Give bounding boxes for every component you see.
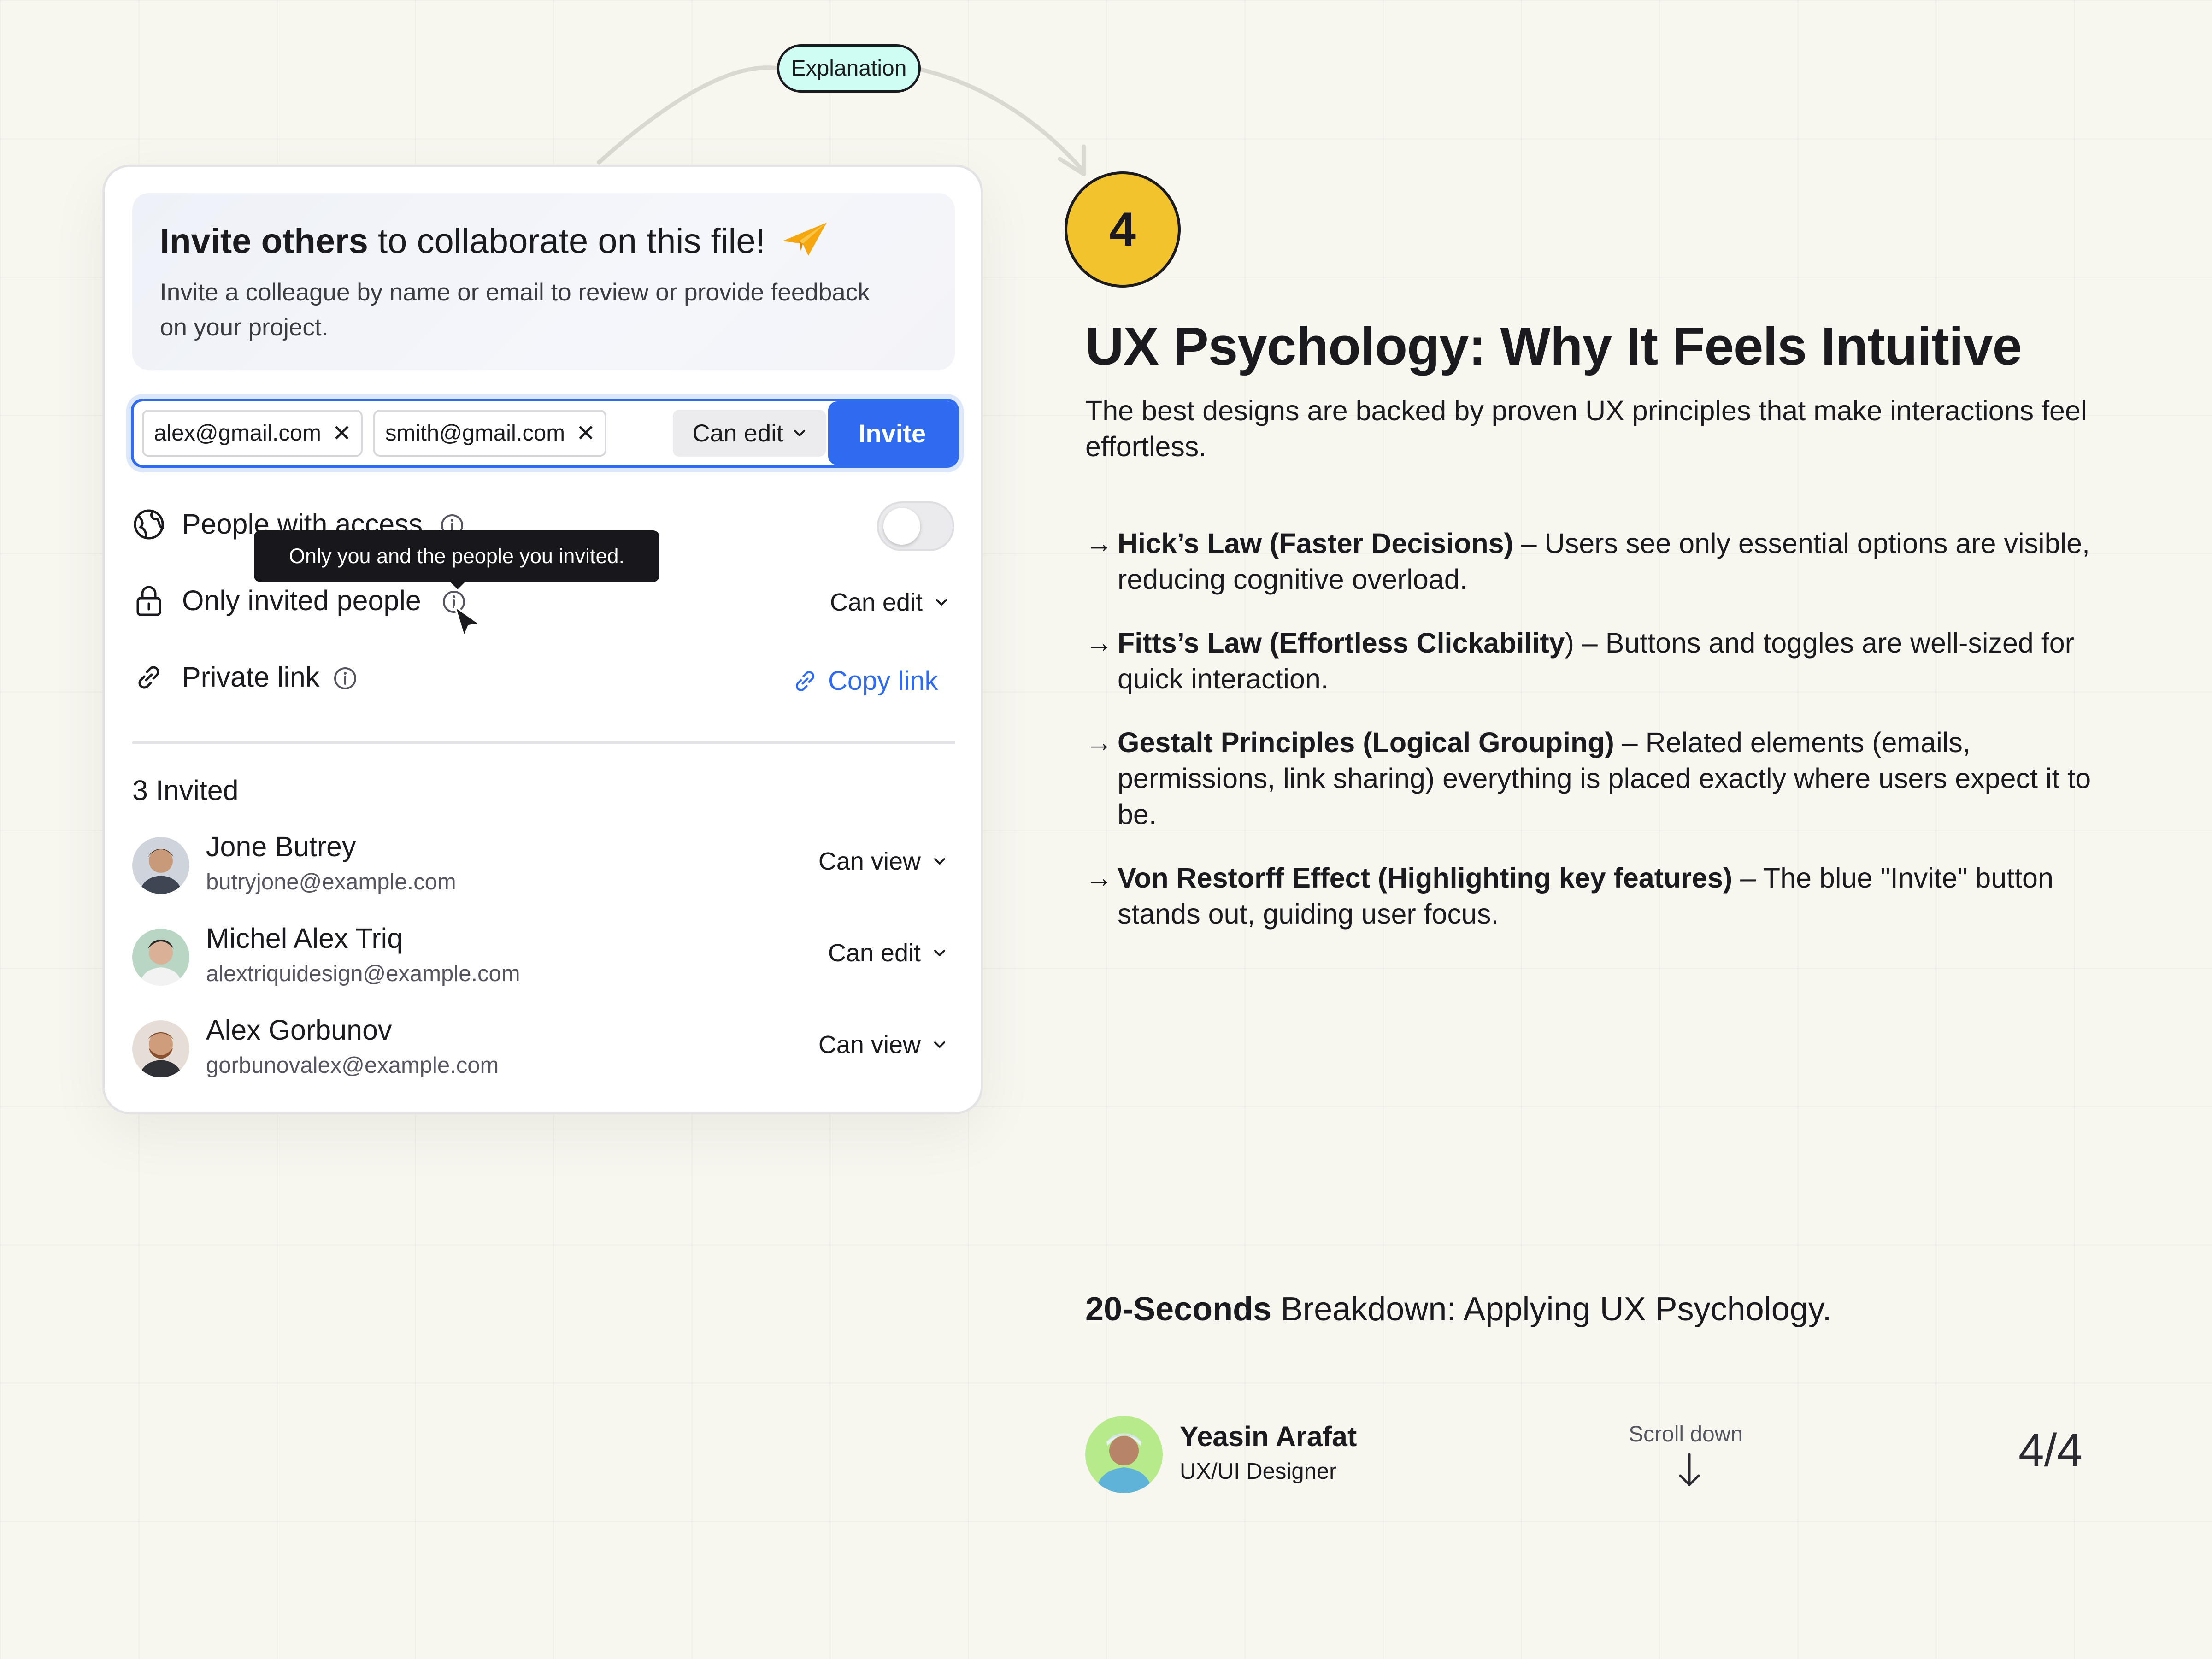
- person-email: butryjone@example.com: [206, 870, 456, 894]
- breakdown-bold: 20-Seconds: [1085, 1291, 1272, 1328]
- chevron-down-icon: [934, 1041, 945, 1048]
- avatar: [132, 929, 189, 986]
- access-toggle[interactable]: [877, 501, 954, 551]
- private-link-label: Private link: [182, 661, 320, 693]
- invited-person-row: Michel Alex Triq alextriquidesign@exampl…: [132, 922, 955, 991]
- scroll-hint: Scroll down: [1629, 1422, 1743, 1447]
- cursor-pointer-icon: [454, 606, 481, 638]
- email-chip-label: alex@gmail.com: [154, 421, 321, 446]
- principle-text: Hick’s Law (Faster Decisions) – Users se…: [1118, 525, 2122, 597]
- arrow-right-icon: →: [1085, 528, 1113, 559]
- email-chip[interactable]: alex@gmail.com ✕: [142, 410, 363, 457]
- principle-text: Gestalt Principles (Logical Grouping) – …: [1118, 724, 2122, 832]
- principle-item: → Fitts’s Law (Effortless Clickability) …: [1085, 625, 2122, 697]
- invited-count: 3 Invited: [132, 775, 239, 806]
- arrow-right-icon: →: [1085, 862, 1113, 893]
- explanation-badge: Explanation: [777, 44, 921, 93]
- info-icon[interactable]: [333, 666, 357, 690]
- invite-input-row[interactable]: alex@gmail.com ✕ smith@gmail.com ✕ Can e…: [131, 399, 959, 468]
- page-title: UX Psychology: Why It Feels Intuitive: [1085, 316, 2022, 376]
- chevron-down-icon: [934, 858, 945, 865]
- tooltip: Only you and the people you invited.: [254, 530, 659, 582]
- arrow-right-icon: →: [1085, 627, 1113, 658]
- remove-chip-icon[interactable]: ✕: [332, 420, 352, 447]
- email-chip-label: smith@gmail.com: [385, 421, 565, 446]
- invite-hero: Invite others to collaborate on this fil…: [132, 193, 955, 370]
- avatar: [132, 1020, 189, 1077]
- toggle-knob: [883, 508, 920, 545]
- principle-text: Von Restorff Effect (Highlighting key fe…: [1118, 860, 2122, 932]
- person-permission-label: Can view: [818, 847, 921, 875]
- principle-item: → Hick’s Law (Faster Decisions) – Users …: [1085, 525, 2122, 597]
- only-invited-permission[interactable]: Can edit: [830, 588, 948, 617]
- author-avatar: [1085, 1416, 1163, 1493]
- page-description: The best designs are backed by proven UX…: [1085, 395, 2087, 462]
- person-name: Jone Butrey: [206, 831, 356, 862]
- divider: [132, 741, 955, 744]
- author-name: Yeasin Arafat: [1180, 1421, 1357, 1452]
- only-invited-label: Only invited people: [182, 585, 421, 616]
- remove-chip-icon[interactable]: ✕: [576, 420, 595, 447]
- lock-icon: [136, 586, 161, 616]
- page-indicator: 4/4: [2018, 1424, 2083, 1476]
- person-permission-dropdown[interactable]: Can view: [818, 1030, 947, 1059]
- step-number-badge: 4: [1065, 171, 1181, 288]
- person-permission-dropdown[interactable]: Can view: [818, 847, 947, 876]
- chevron-down-icon: [934, 950, 945, 956]
- tooltip-tail: [447, 579, 468, 589]
- principle-item: → Gestalt Principles (Logical Grouping) …: [1085, 724, 2122, 832]
- invited-person-row: Jone Butrey butryjone@example.com Can vi…: [132, 830, 955, 900]
- person-name: Michel Alex Triq: [206, 923, 403, 954]
- principle-text: Fitts’s Law (Effortless Clickability) – …: [1118, 625, 2122, 697]
- permission-dropdown-label: Can edit: [692, 419, 783, 447]
- hero-title: Invite others to collaborate on this fil…: [160, 221, 829, 261]
- person-permission-dropdown[interactable]: Can edit: [828, 939, 947, 967]
- email-chip[interactable]: smith@gmail.com ✕: [373, 410, 606, 457]
- breakdown-rest: Breakdown: Applying UX Psychology.: [1271, 1291, 1832, 1328]
- principle-item: → Von Restorff Effect (Highlighting key …: [1085, 860, 2122, 932]
- breakdown-caption: 20-Seconds Breakdown: Applying UX Psycho…: [1085, 1290, 1831, 1328]
- arrow-right-icon: →: [1085, 727, 1113, 758]
- paper-plane-icon: [782, 223, 827, 256]
- principle-title: Fitts’s Law (Effortless Clickability: [1118, 627, 1565, 659]
- avatar: [132, 837, 189, 894]
- person-name: Alex Gorbunov: [206, 1014, 392, 1046]
- person-permission-label: Can view: [818, 1031, 921, 1059]
- globe-icon: [134, 509, 164, 540]
- permission-dropdown[interactable]: Can edit: [673, 410, 826, 457]
- principle-title: Gestalt Principles (Logical Grouping): [1118, 727, 1614, 758]
- person-email: gorbunovalex@example.com: [206, 1053, 499, 1078]
- invite-card: Invite others to collaborate on this fil…: [102, 165, 983, 1114]
- person-email: alextriquidesign@example.com: [206, 961, 520, 986]
- hero-description: Invite a colleague by name or email to r…: [160, 279, 870, 341]
- link-icon: [138, 666, 159, 689]
- only-invited-permission-label: Can edit: [830, 588, 923, 616]
- arrow-down-icon: [1679, 1453, 1700, 1486]
- copy-link-button[interactable]: Copy link: [790, 665, 938, 696]
- author-role: UX/UI Designer: [1180, 1459, 1337, 1484]
- invited-person-row: Alex Gorbunov gorbunovalex@example.com C…: [132, 1014, 955, 1083]
- principle-title: Hick’s Law (Faster Decisions): [1118, 528, 1513, 559]
- principle-title: Von Restorff Effect (Highlighting key fe…: [1118, 862, 1733, 894]
- invite-button[interactable]: Invite: [828, 401, 956, 465]
- copy-link-label: Copy link: [828, 666, 938, 696]
- chevron-down-icon: [936, 599, 947, 606]
- person-permission-label: Can edit: [828, 939, 921, 967]
- hero-title-bold: Invite others: [160, 222, 368, 261]
- hero-title-rest: to collaborate on this file!: [368, 222, 765, 261]
- link-icon: [796, 671, 814, 691]
- chevron-down-icon: [794, 430, 805, 436]
